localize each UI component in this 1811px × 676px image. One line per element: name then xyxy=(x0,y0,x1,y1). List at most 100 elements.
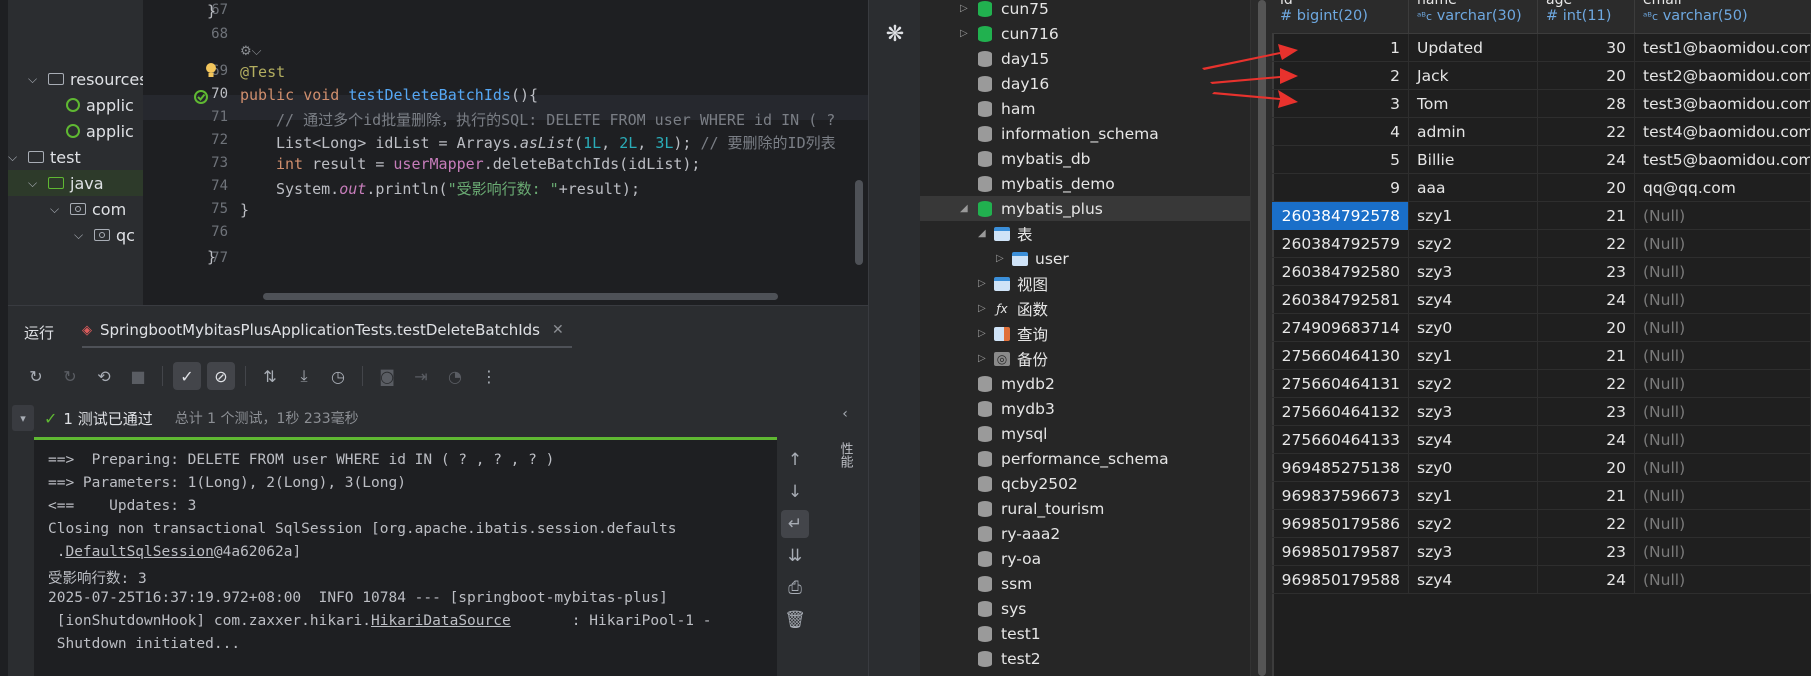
table-cell-email[interactable]: test2@baomidou.com xyxy=(1635,62,1811,90)
table-cell-email[interactable]: (Null) xyxy=(1635,258,1811,286)
arrow-down-icon[interactable]: ↓ xyxy=(781,478,809,506)
db-node-queries[interactable]: ▷ 查询 xyxy=(920,321,1250,346)
performance-side-panel[interactable]: ‹ 性能 xyxy=(828,406,862,606)
sort-alphabetically-icon[interactable]: ⇅ xyxy=(256,362,284,390)
table-cell-age[interactable]: 24 xyxy=(1538,426,1635,454)
column-header-name[interactable]: name ᵃᴮc varchar(30) xyxy=(1409,0,1538,34)
table-cell-id[interactable]: 4 xyxy=(1272,118,1409,146)
table-cell-name[interactable]: szy4 xyxy=(1409,426,1538,454)
table-cell-name[interactable]: szy4 xyxy=(1409,566,1538,594)
tree-item-test[interactable]: ⌵ test xyxy=(8,144,81,170)
table-cell-id[interactable]: 275660464130 xyxy=(1272,342,1409,370)
table-cell-name[interactable]: szy2 xyxy=(1409,370,1538,398)
table-cell-age[interactable]: 20 xyxy=(1538,454,1635,482)
code-editor[interactable]: 67 68 69 70 71 72 73 74 75 76 77 ⚙⌵ } @T… xyxy=(143,0,868,305)
table-cell-name[interactable]: szy2 xyxy=(1409,510,1538,538)
chevron-right-icon[interactable]: ▷ xyxy=(978,303,986,314)
chevron-right-icon[interactable]: ▷ xyxy=(978,353,986,364)
db-item-mybatis-db[interactable]: mybatis_db xyxy=(920,146,1250,171)
chevron-left-icon[interactable]: ‹ xyxy=(828,406,862,422)
table-row[interactable]: 260384792578 szy1 21 (Null) xyxy=(1272,202,1811,230)
db-item-test1[interactable]: test1 xyxy=(920,621,1250,646)
table-row[interactable]: 274909683714 szy0 20 (Null) xyxy=(1272,314,1811,342)
table-cell-id[interactable]: 969850179588 xyxy=(1272,566,1409,594)
tree-item-com[interactable]: ⌵ com xyxy=(50,196,126,222)
table-cell-name[interactable]: aaa xyxy=(1409,174,1538,202)
table-cell-age[interactable]: 22 xyxy=(1538,230,1635,258)
table-cell-id[interactable]: 5 xyxy=(1272,146,1409,174)
table-cell-email[interactable]: (Null) xyxy=(1635,426,1811,454)
chevron-right-icon[interactable]: ▷ xyxy=(978,328,986,339)
table-cell-age[interactable]: 22 xyxy=(1538,118,1635,146)
db-node-tables[interactable]: ◢ 表 xyxy=(920,221,1250,246)
camera-icon[interactable]: ◙ xyxy=(373,362,401,390)
stop-icon[interactable]: ■ xyxy=(124,362,152,390)
db-item-performance-schema[interactable]: performance_schema xyxy=(920,446,1250,471)
history-clock-icon[interactable]: ◷ xyxy=(324,362,352,390)
table-cell-email[interactable]: (Null) xyxy=(1635,566,1811,594)
close-icon[interactable]: ✕ xyxy=(552,322,564,338)
table-cell-email[interactable]: (Null) xyxy=(1635,398,1811,426)
sort-by-duration-icon[interactable]: ⤓ xyxy=(290,362,318,390)
column-header-age[interactable]: age # int(11) xyxy=(1538,0,1635,34)
table-cell-email[interactable]: test1@baomidou.com xyxy=(1635,34,1811,62)
rerun-icon[interactable]: ↻ xyxy=(22,362,50,390)
db-item-sys[interactable]: sys xyxy=(920,596,1250,621)
table-row[interactable]: 1 Updated 30 test1@baomidou.com xyxy=(1272,34,1811,62)
ai-hint-icon[interactable]: ⚙⌵ xyxy=(240,44,262,59)
table-cell-age[interactable]: 24 xyxy=(1538,146,1635,174)
trash-icon[interactable]: 🗑 xyxy=(781,606,809,634)
db-item-user-table[interactable]: ▷ user xyxy=(920,246,1250,271)
class-link[interactable]: HikariDataSource xyxy=(371,613,511,629)
table-cell-id[interactable]: 969850179587 xyxy=(1272,538,1409,566)
db-item-ssm[interactable]: ssm xyxy=(920,571,1250,596)
table-cell-name[interactable]: Billie xyxy=(1409,146,1538,174)
data-grid[interactable]: id # bigint(20) name ᵃᴮc varchar(30) age… xyxy=(1272,0,1811,676)
table-cell-email[interactable]: (Null) xyxy=(1635,286,1811,314)
arrow-up-icon[interactable]: ↑ xyxy=(781,446,809,474)
show-ignored-icon[interactable]: ⊘ xyxy=(207,362,235,390)
chevron-down-icon[interactable]: ◢ xyxy=(978,228,986,239)
lightbulb-icon[interactable] xyxy=(205,62,217,80)
table-cell-age[interactable]: 24 xyxy=(1538,286,1635,314)
table-cell-age[interactable]: 23 xyxy=(1538,258,1635,286)
table-row[interactable]: 2 Jack 20 test2@baomidou.com xyxy=(1272,62,1811,90)
table-cell-email[interactable]: test4@baomidou.com xyxy=(1635,118,1811,146)
gauge-icon[interactable]: ◔ xyxy=(441,362,469,390)
db-item-rural-tourism[interactable]: rural_tourism xyxy=(920,496,1250,521)
db-item-information-schema[interactable]: information_schema xyxy=(920,121,1250,146)
table-cell-email[interactable]: qq@qq.com xyxy=(1635,174,1811,202)
table-cell-name[interactable]: szy1 xyxy=(1409,202,1538,230)
table-cell-name[interactable]: szy3 xyxy=(1409,538,1538,566)
table-row[interactable]: 5 Billie 24 test5@baomidou.com xyxy=(1272,146,1811,174)
table-cell-id[interactable]: 260384792581 xyxy=(1272,286,1409,314)
table-cell-id[interactable]: 969850179586 xyxy=(1272,510,1409,538)
db-item-qcby2502[interactable]: qcby2502 xyxy=(920,471,1250,496)
tree-item-application-file[interactable]: applic xyxy=(66,92,134,118)
more-options-icon[interactable]: ⋮ xyxy=(475,362,503,390)
table-cell-email[interactable]: (Null) xyxy=(1635,510,1811,538)
table-cell-email[interactable]: test5@baomidou.com xyxy=(1635,146,1811,174)
chevron-down-icon[interactable]: ▾ xyxy=(12,405,34,431)
table-cell-age[interactable]: 24 xyxy=(1538,566,1635,594)
table-cell-id[interactable]: 969837596673 xyxy=(1272,482,1409,510)
table-cell-age[interactable]: 22 xyxy=(1538,510,1635,538)
show-passed-icon[interactable]: ✓ xyxy=(173,362,201,390)
ai-assistant-icon[interactable]: ❋ xyxy=(882,22,908,48)
table-row[interactable]: 275660464133 szy4 24 (Null) xyxy=(1272,426,1811,454)
column-header-email[interactable]: email ᵃᴮc varchar(50) xyxy=(1635,0,1811,34)
table-row[interactable]: 969837596673 szy1 21 (Null) xyxy=(1272,482,1811,510)
tree-item-java[interactable]: ⌵ java xyxy=(8,170,143,196)
table-row[interactable]: 3 Tom 28 test3@baomidou.com xyxy=(1272,90,1811,118)
table-cell-name[interactable]: admin xyxy=(1409,118,1538,146)
table-cell-name[interactable]: szy0 xyxy=(1409,454,1538,482)
db-item-mydb2[interactable]: mydb2 xyxy=(920,371,1250,396)
table-cell-age[interactable]: 20 xyxy=(1538,62,1635,90)
scroll-to-end-icon[interactable]: ⇊ xyxy=(781,542,809,570)
table-cell-email[interactable]: (Null) xyxy=(1635,230,1811,258)
table-cell-id[interactable]: 9 xyxy=(1272,174,1409,202)
table-cell-id[interactable]: 275660464131 xyxy=(1272,370,1409,398)
db-item-mysql[interactable]: mysql xyxy=(920,421,1250,446)
class-link[interactable]: DefaultSqlSession xyxy=(65,544,213,560)
db-item-mybatis-plus[interactable]: ◢ mybatis_plus xyxy=(920,196,1250,221)
